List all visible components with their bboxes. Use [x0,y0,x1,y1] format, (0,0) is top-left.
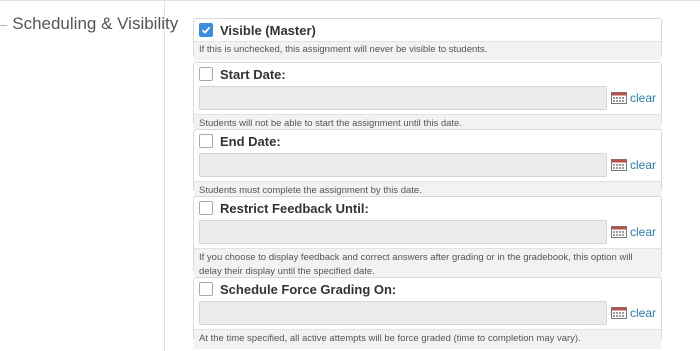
end-date-panel: End Date: clear Students must complete t… [193,129,662,201]
calendar-icon[interactable] [611,92,627,104]
restrict-feedback-label: Restrict Feedback Until: [220,200,369,216]
restrict-feedback-input[interactable] [199,220,608,244]
force-grading-panel: Schedule Force Grading On: clear At the … [193,277,662,349]
start-date-label: Start Date: [220,66,286,82]
restrict-feedback-panel: Restrict Feedback Until: clear If you ch… [193,196,662,282]
visible-master-label: Visible (Master) [220,22,316,38]
section-title: – Scheduling & Visibility [0,14,178,34]
visible-master-checkbox[interactable] [199,23,213,37]
force-grading-help: At the time specified, all active attemp… [194,329,661,349]
section-title-text: Scheduling & Visibility [12,14,179,33]
start-date-clear-link[interactable]: clear [630,91,656,105]
force-grading-header: Schedule Force Grading On: [194,278,661,300]
visible-master-header: Visible (Master) [194,19,661,41]
end-date-clear-link[interactable]: clear [630,158,656,172]
calendar-icon[interactable] [611,307,627,319]
force-grading-clear-link[interactable]: clear [630,306,656,320]
calendar-icon[interactable] [611,226,627,238]
visible-master-panel: Visible (Master) If this is unchecked, t… [193,18,662,60]
top-divider [0,0,700,1]
force-grading-label: Schedule Force Grading On: [220,281,397,297]
force-grading-input[interactable] [199,301,608,325]
end-date-checkbox[interactable] [199,134,213,148]
restrict-feedback-field-row: clear [194,219,661,248]
calendar-icon[interactable] [611,159,627,171]
start-date-panel: Start Date: clear Students will not be a… [193,62,662,134]
visible-master-help: If this is unchecked, this assignment wi… [194,41,661,60]
start-date-header: Start Date: [194,63,661,85]
force-grading-field-row: clear [194,300,661,329]
collapse-dash-icon: – [0,17,8,32]
end-date-field-row: clear [194,152,661,181]
restrict-feedback-header: Restrict Feedback Until: [194,197,661,219]
end-date-label: End Date: [220,133,281,149]
restrict-feedback-checkbox[interactable] [199,201,213,215]
start-date-field-row: clear [194,85,661,114]
force-grading-checkbox[interactable] [199,282,213,296]
end-date-header: End Date: [194,130,661,152]
column-divider [164,0,165,351]
start-date-input[interactable] [199,86,608,110]
restrict-feedback-clear-link[interactable]: clear [630,225,656,239]
check-icon [201,26,211,34]
end-date-input[interactable] [199,153,608,177]
start-date-checkbox[interactable] [199,67,213,81]
